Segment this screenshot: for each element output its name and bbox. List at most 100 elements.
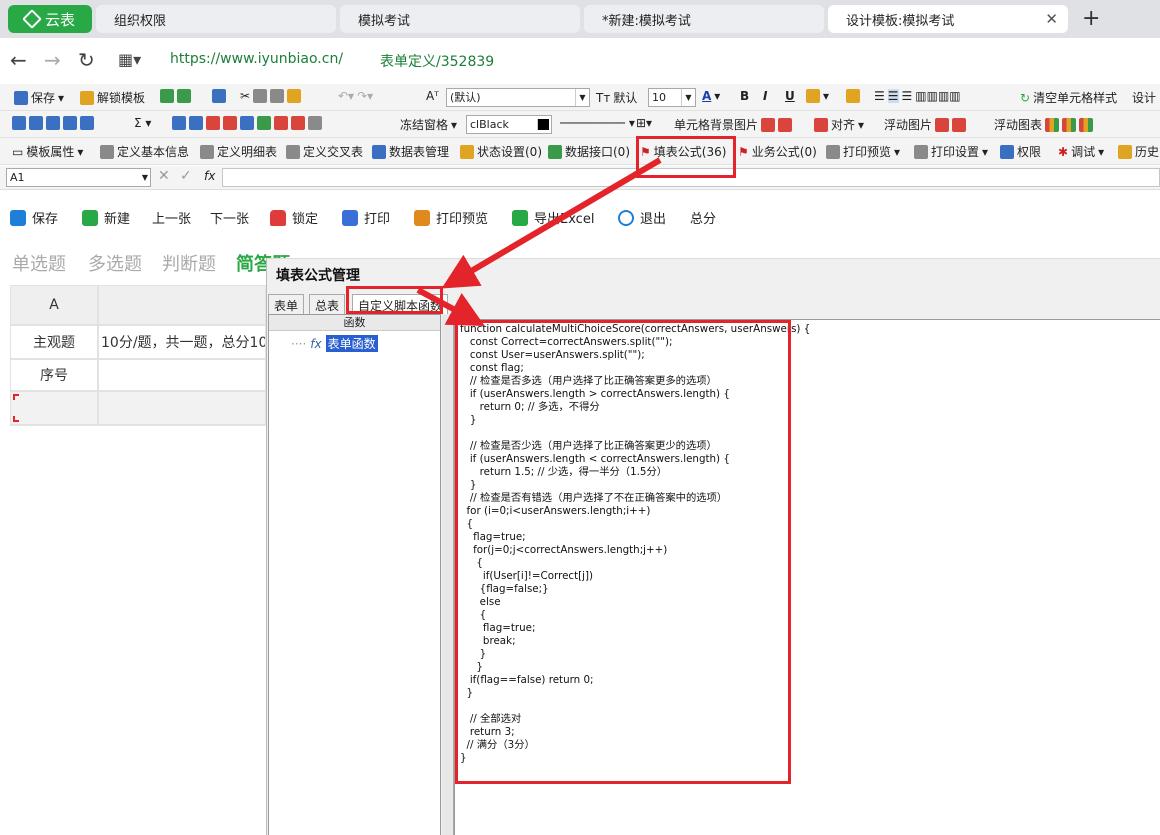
font-size-select[interactable]: 10 ▼ [648, 88, 696, 107]
grid-icon: ⊞▾ [636, 116, 653, 130]
address-bar: ← → ↻ ▦▾ https://www.iyunbiao.cn/ 表单定义/3… [0, 38, 1160, 82]
undo-icon: ↶▾ [338, 89, 355, 103]
cell-text: 序号 [40, 368, 68, 384]
row-tools[interactable] [172, 116, 322, 130]
save-tool[interactable]: 保存 ▾ [14, 89, 64, 106]
exit-button[interactable]: 退出 [618, 208, 666, 227]
print-preview-label: 打印预览 [436, 212, 489, 227]
color-select[interactable]: clBlack [466, 115, 552, 134]
padlock-icon [846, 89, 860, 103]
back-icon[interactable]: ← [10, 48, 27, 72]
biz-formula-tool[interactable]: ⚑ 业务公式(0) [738, 143, 817, 160]
excel-icon [512, 209, 528, 226]
italic-button[interactable]: I [763, 89, 767, 103]
cell-a4-selected[interactable] [10, 391, 98, 425]
total-button[interactable]: 总分 [690, 208, 716, 227]
export-excel-button[interactable]: 导出Excel [512, 208, 594, 227]
table-tools[interactable] [12, 116, 94, 130]
cell-bg-tool[interactable]: 单元格背景图片 [674, 116, 793, 133]
sheet-tab-multi[interactable]: 多选题 [88, 250, 142, 276]
browser-tab-new-exam[interactable]: *新建:模拟考试 [584, 5, 824, 33]
cell-b3[interactable] [98, 359, 266, 391]
cross-table-tool[interactable]: 定义交叉表 [286, 143, 363, 160]
new-tab-icon[interactable]: + [1082, 6, 1100, 31]
detail-table-tool[interactable]: 定义明细表 [200, 143, 277, 160]
forward-icon[interactable]: → [44, 48, 61, 72]
cell-name-box[interactable]: A1 ▼ [6, 168, 151, 187]
bold-button[interactable]: B [740, 89, 749, 103]
dialog-tab-summary[interactable]: 总表 [309, 294, 346, 314]
save-label: 保存 [32, 212, 59, 227]
permission-tool[interactable]: 权限 [1000, 143, 1041, 160]
print-preview-tool[interactable]: 打印预览 ▾ [826, 143, 900, 160]
cancel-icon[interactable]: ✕ [158, 168, 170, 184]
float-chart-tool[interactable]: 浮动图表 [994, 116, 1094, 133]
close-tab-icon[interactable]: ✕ [1045, 10, 1058, 28]
line-style-tool[interactable]: ───────── ▾ [560, 116, 635, 130]
status-tool[interactable]: 状态设置(0) [460, 143, 542, 160]
debug-tool[interactable]: ✱ 调试 ▾ [1058, 143, 1104, 160]
border-tool[interactable]: ⊞▾ [636, 116, 652, 130]
print-button[interactable]: 打印 [342, 208, 390, 227]
tree-item-label: 表单函数 [325, 335, 378, 352]
basic-info-tool[interactable]: 定义基本信息 [100, 143, 189, 160]
prev-button[interactable]: 上一张 [152, 208, 191, 227]
float-image-tool[interactable]: 浮动图片 [884, 116, 967, 133]
clear-style-tool[interactable]: ↻ 清空单元格样式 [1020, 89, 1117, 106]
refresh-icon: ↻ [1020, 90, 1031, 105]
cut-tool[interactable]: ✂ [240, 89, 302, 103]
save-button[interactable]: 保存 [10, 208, 58, 227]
history-tool[interactable]: 历史 [1118, 143, 1159, 160]
sum-tool[interactable]: Σ ▾ [134, 116, 151, 130]
cell-b2[interactable]: 10分/题，共一题，总分10 [98, 325, 266, 359]
browser-tab-org[interactable]: 组织权限 [96, 5, 336, 33]
default-font-tool[interactable]: Tт 默认 [596, 89, 637, 106]
lock-button[interactable]: 锁定 [270, 208, 318, 227]
data-interface-tool[interactable]: 数据接口(0) [548, 143, 630, 160]
align-tools[interactable]: ☰ ☰ ☰ ▥▥▥▥ [874, 89, 961, 103]
import-tool[interactable] [160, 89, 191, 103]
insert-tool[interactable] [212, 89, 226, 103]
lock-cell-tool[interactable] [846, 89, 860, 103]
apps-icon[interactable]: ▦▾ [118, 50, 141, 69]
column-header-a[interactable]: A [10, 285, 98, 325]
cell-bg-label: 单元格背景图片 [674, 118, 759, 132]
align-tool[interactable]: 对齐 ▾ [814, 116, 864, 133]
datasheet-tool[interactable]: 数据表管理 [372, 143, 449, 160]
freeze-panes-tool[interactable]: 冻结窗格 ▾ [400, 116, 457, 133]
dialog-tab-form[interactable]: 表单 [268, 294, 305, 314]
template-props-label: 模板属性 [26, 145, 75, 159]
yunbiao-logo[interactable]: 云表 [8, 5, 92, 33]
url-host[interactable]: https://www.iyunbiao.cn/ [170, 51, 343, 67]
font-color-tool[interactable]: A ▾ [702, 89, 720, 103]
undo-tool[interactable]: ↶▾ ↷▾ [338, 89, 373, 103]
font-name-select[interactable]: (默认) ▼ [446, 88, 590, 107]
lock-icon [270, 209, 286, 226]
pane-splitter[interactable] [442, 314, 454, 835]
confirm-icon[interactable]: ✓ [180, 168, 192, 184]
cell-a3[interactable]: 序号 [10, 359, 98, 391]
template-props-tool[interactable]: ▭ 模板属性 ▾ [12, 143, 83, 160]
biz-formula-label: 业务公式(0) [751, 145, 817, 159]
template-toolbar: ▭ 模板属性 ▾ 定义基本信息 定义明细表 定义交叉表 数据表管理 状态设置(0) … [0, 138, 1160, 165]
design-tool[interactable]: 设计 [1132, 89, 1156, 106]
print-preview-button[interactable]: 打印预览 [414, 208, 488, 227]
browser-tab-design[interactable]: 设计模板:模拟考试 ✕ [828, 5, 1068, 33]
fill-color-tool[interactable]: ▾ [806, 89, 829, 103]
next-button[interactable]: 下一张 [210, 208, 249, 227]
browser-tab-exam[interactable]: 模拟考试 [340, 5, 580, 33]
fx-icon[interactable]: fx [204, 169, 215, 183]
column-header-b[interactable] [98, 285, 266, 325]
sheet-tab-judge[interactable]: 判断题 [162, 250, 216, 276]
print-setup-tool[interactable]: 打印设置 ▾ [914, 143, 988, 160]
cell-b4[interactable] [98, 391, 266, 425]
reload-icon[interactable]: ↻ [78, 48, 95, 72]
url-path[interactable]: 表单定义/352839 [380, 51, 494, 71]
new-button[interactable]: 新建 [82, 208, 130, 227]
unlock-template-tool[interactable]: 解锁模板 [80, 89, 145, 106]
tree-item-form-functions[interactable]: ···· fx 表单函数 [291, 335, 378, 352]
new-label: 新建 [104, 212, 131, 227]
underline-button[interactable]: U [785, 89, 795, 103]
cell-a2[interactable]: 主观题 [10, 325, 98, 359]
sheet-tab-single[interactable]: 单选题 [12, 250, 66, 276]
